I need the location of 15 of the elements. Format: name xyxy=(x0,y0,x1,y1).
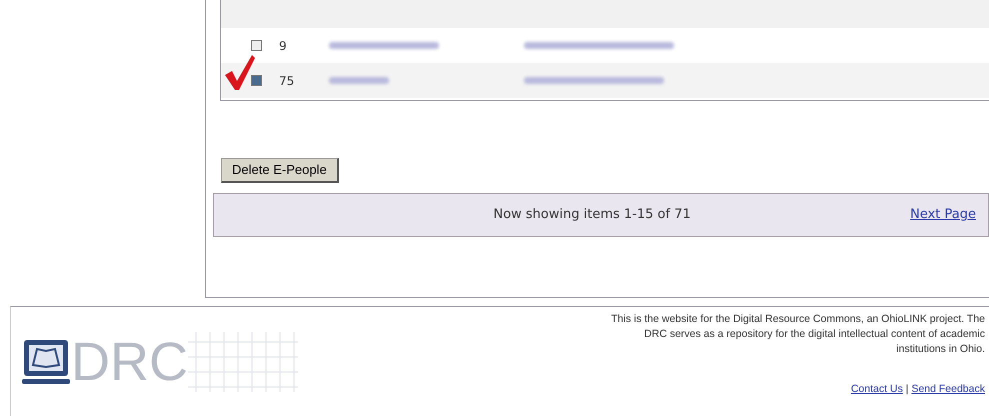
footer-description: This is the website for the Digital Resource Commons, an OhioLINK project. The DRC serves as a repository for the digital intellectual content of academic institutions in Ohio. xyxy=(610,312,985,357)
delete-button[interactable]: Delete E-People xyxy=(221,158,339,182)
row-checkbox[interactable] xyxy=(251,40,262,51)
footer-link[interactable]: Contact Us xyxy=(850,383,903,395)
logo-text: DRC xyxy=(71,335,188,389)
book-icon xyxy=(21,337,71,387)
pager-status: Now showing items 1-15 of 71 xyxy=(492,206,692,224)
row-id: 75 xyxy=(279,72,296,90)
row-checkbox[interactable] xyxy=(251,75,262,86)
checkmark-icon xyxy=(223,53,256,91)
blurred-name xyxy=(329,77,389,84)
next-page-link[interactable]: Next Page xyxy=(910,204,976,224)
row-id: 9 xyxy=(279,38,288,54)
link-separator: | xyxy=(904,383,910,395)
footer-link[interactable]: Send Feedback xyxy=(911,383,985,395)
